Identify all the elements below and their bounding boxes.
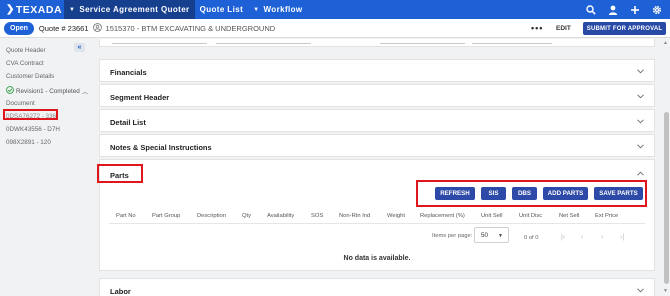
sidebar-item-document-2[interactable]: 0DWK43556 - D7H: [6, 126, 60, 133]
nav-service-agreement-quoter[interactable]: ▼ Service Agreement Quoter: [64, 0, 195, 19]
chevron-down-icon: [637, 119, 644, 126]
chevron-down-icon: ▼: [253, 6, 260, 13]
more-options-icon[interactable]: •••: [531, 24, 543, 33]
section-detail-list[interactable]: Detail List: [99, 109, 655, 132]
column-header-description[interactable]: Description: [197, 213, 226, 219]
sidebar: « Quote Header CVA Contract Customer Det…: [0, 39, 93, 296]
column-header-non-rtn-ind[interactable]: Non-Rtn Ind: [339, 213, 370, 219]
column-header-unit-sell[interactable]: Unit Sell: [481, 213, 503, 219]
account-user-icon: [92, 22, 102, 34]
top-nav-bar: ❯ TEXADA ▼ Service Agreement Quoter Quot…: [0, 0, 670, 19]
section-financials[interactable]: Financials: [99, 59, 655, 82]
sidebar-item-quote-header[interactable]: Quote Header: [6, 47, 46, 54]
no-data-message: No data is available.: [343, 255, 411, 262]
chevron-down-icon: [637, 288, 644, 295]
highlight-box-parts: [97, 164, 143, 183]
logo-text: TEXADA: [15, 3, 63, 16]
chevron-down-icon: [637, 69, 644, 76]
quote-subheader: Open Quote # 23661 1515370 - BTM EXCAVAT…: [0, 19, 670, 38]
nav-workflow[interactable]: ▼ Workflow: [248, 0, 307, 19]
items-per-page-select[interactable]: 50 ▼: [474, 227, 509, 243]
sidebar-item-document[interactable]: Document: [6, 100, 35, 107]
sidebar-item-cva-contract[interactable]: CVA Contract: [6, 60, 44, 67]
chevron-up-icon[interactable]: [637, 171, 644, 178]
chevron-down-icon: ▼: [69, 6, 76, 13]
items-per-page-label: Items per page:: [432, 233, 473, 239]
sidebar-item-revision[interactable]: Revision1 - Completed ︿: [6, 86, 88, 96]
search-icon[interactable]: [586, 4, 596, 15]
status-badge: Open: [4, 21, 34, 35]
sidebar-item-customer-details[interactable]: Customer Details: [6, 73, 54, 80]
quote-number: Quote # 23661: [38, 23, 89, 33]
add-icon[interactable]: [630, 5, 640, 15]
account-name: 1515370 - BTM EXCAVATING & UNDERGROUND: [105, 23, 276, 33]
column-header-ext-price[interactable]: Ext Price: [595, 213, 618, 219]
column-header-net-sell[interactable]: Net Sell: [559, 213, 579, 219]
first-page-icon[interactable]: |‹: [561, 234, 565, 241]
chevron-down-icon: ▼: [498, 233, 503, 239]
highlight-box-document: [3, 109, 58, 120]
next-page-icon[interactable]: ›: [601, 234, 603, 241]
column-header-replacement[interactable]: Replacement (%): [420, 213, 465, 219]
section-notes-special-instructions[interactable]: Notes & Special Instructions: [99, 134, 655, 157]
column-header-unit-disc[interactable]: Unit Disc: [519, 213, 542, 219]
scroll-up-icon[interactable]: ▲: [663, 40, 668, 46]
previous-page-icon[interactable]: ‹: [581, 234, 583, 241]
section-segment-header[interactable]: Segment Header: [99, 84, 655, 107]
pagination-range: 0 of 0: [524, 235, 539, 241]
scroll-down-icon[interactable]: ▼: [663, 288, 668, 294]
texada-logo[interactable]: ❯ TEXADA: [0, 4, 64, 16]
last-page-icon[interactable]: ›|: [620, 234, 624, 241]
chevron-up-icon: ︿: [81, 89, 88, 96]
scrollbar-thumb[interactable]: [664, 112, 669, 284]
column-header-weight[interactable]: Weight: [387, 213, 405, 219]
chevron-down-icon: [637, 94, 644, 101]
header-fields-strip: [99, 39, 655, 47]
highlight-box-parts-buttons: [416, 180, 647, 207]
logo-chevron-icon: ❯: [6, 4, 15, 15]
column-header-availability[interactable]: Availability: [267, 213, 294, 219]
check-circle-icon: [6, 86, 14, 96]
column-header-sos[interactable]: SOS: [311, 213, 323, 219]
column-header-part-no[interactable]: Part No: [116, 213, 136, 219]
submit-for-approval-button[interactable]: SUBMIT FOR APPROVAL: [583, 22, 666, 35]
chevron-down-icon: [637, 144, 644, 151]
column-header-qty[interactable]: Qty: [242, 213, 251, 219]
user-icon[interactable]: [608, 5, 618, 15]
gear-icon[interactable]: [652, 5, 662, 15]
collapse-sidebar-icon[interactable]: «: [74, 43, 85, 52]
main-content: Financials Segment Header Detail List No…: [99, 39, 655, 296]
edit-button[interactable]: EDIT: [556, 25, 571, 32]
column-header-part-group[interactable]: Part Group: [152, 213, 180, 219]
sidebar-item-document-3[interactable]: 098X2891 - 120: [6, 139, 51, 146]
section-labor[interactable]: Labor: [99, 278, 655, 296]
nav-quote-list[interactable]: Quote List: [195, 0, 249, 19]
table-header-divider: [109, 223, 645, 224]
